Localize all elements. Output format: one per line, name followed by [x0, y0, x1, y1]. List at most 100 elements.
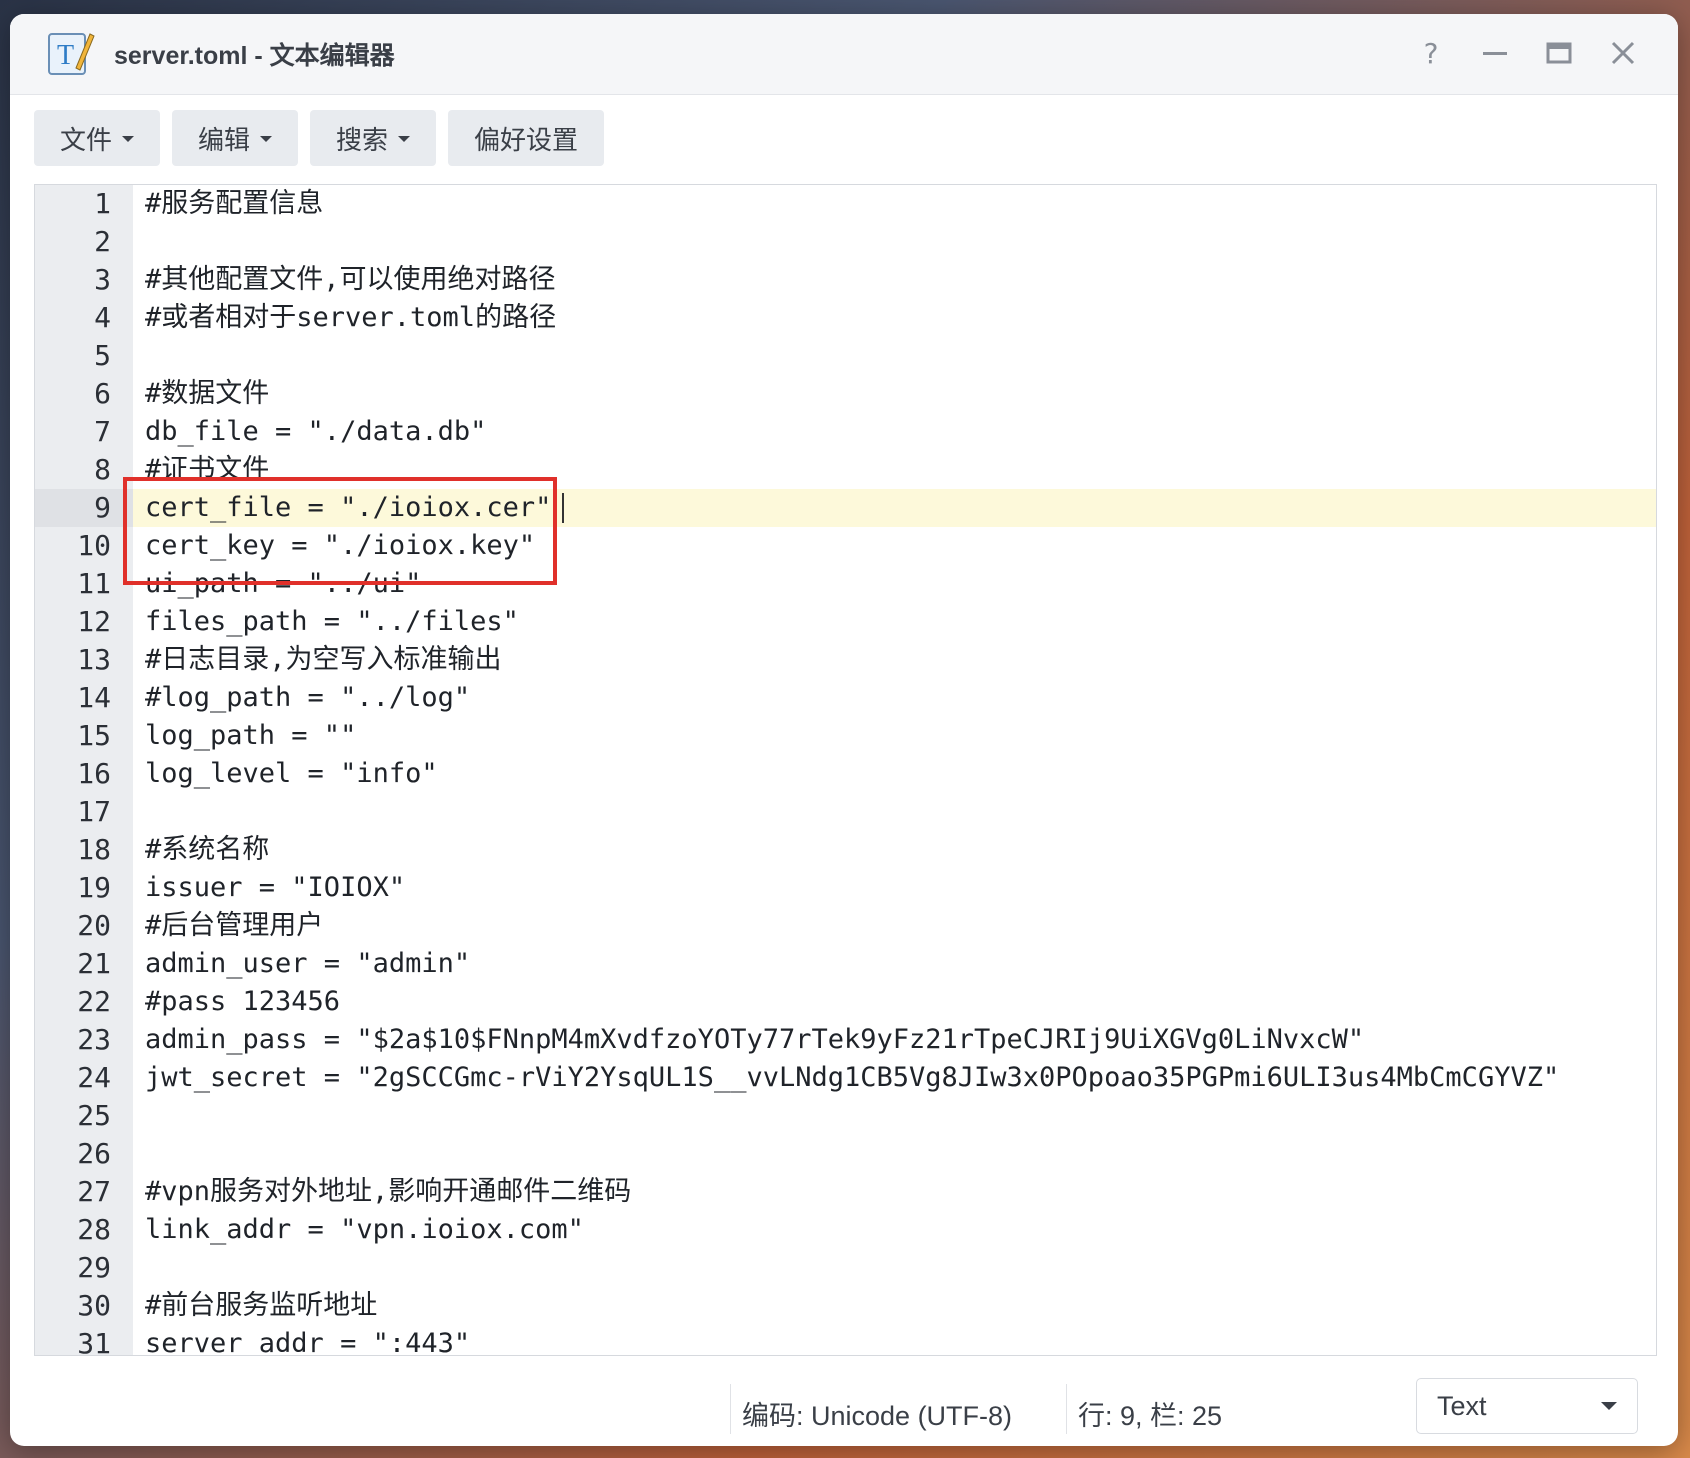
status-separator	[730, 1384, 731, 1434]
line-number: 8	[94, 453, 111, 486]
code-line[interactable]: 14 #log_path = "../log"	[35, 679, 1656, 717]
line-number: 21	[77, 947, 111, 980]
line-text: admin_pass = "$2a$10$FNnpM4mXvdfzoYOTy77…	[145, 1024, 1365, 1055]
code-line[interactable]: 20 #后台管理用户	[35, 907, 1656, 945]
code-line[interactable]: 27 #vpn服务对外地址,影响开通邮件二维码	[35, 1173, 1656, 1211]
line-text: #或者相对于server.toml的路径	[145, 302, 557, 333]
line-number: 25	[77, 1099, 111, 1132]
window-title: server.toml - 文本编辑器	[114, 42, 395, 70]
line-number: 29	[77, 1251, 111, 1284]
line-number: 23	[77, 1023, 111, 1056]
code-line[interactable]: 21 admin_user = "admin"	[35, 945, 1656, 983]
line-number: 20	[77, 909, 111, 942]
text-cursor	[562, 493, 564, 523]
chevron-down-icon	[398, 136, 411, 142]
line-number: 18	[77, 833, 111, 866]
code-line[interactable]: 26	[35, 1135, 1656, 1173]
syntax-mode-select[interactable]: Text	[1416, 1378, 1638, 1434]
toolbar: 文件 编辑 搜索 偏好设置	[34, 110, 605, 166]
line-number: 12	[77, 605, 111, 638]
line-text: jwt_secret = "2gSCCGmc-rViY2YsqUL1S__vvL…	[145, 1062, 1560, 1093]
code-line[interactable]: 25	[35, 1097, 1656, 1135]
maximize-button[interactable]	[1540, 34, 1578, 72]
code-line[interactable]: 15 log_path = ""	[35, 717, 1656, 755]
edit-menu-button[interactable]: 编辑	[172, 110, 299, 166]
preferences-label: 偏好设置	[474, 124, 579, 155]
close-icon	[1611, 41, 1635, 65]
line-text: #vpn服务对外地址,影响开通邮件二维码	[145, 1176, 632, 1207]
status-bar: 编码: Unicode (UTF-8) 行: 9, 栏: 25 Text	[10, 1370, 1678, 1446]
minimize-button[interactable]	[1476, 34, 1514, 72]
code-line[interactable]: 10 cert_key = "./ioiox.key"	[35, 527, 1656, 565]
line-text: log_path = ""	[145, 720, 357, 751]
text-editor-app-icon: T	[46, 28, 96, 78]
line-text: issuer = "IOIOX"	[145, 872, 406, 903]
status-separator	[1066, 1384, 1067, 1434]
code-line[interactable]: 2	[35, 223, 1656, 261]
line-text: #数据文件	[145, 378, 270, 409]
code-line[interactable]: 11 ui_path = "../ui"	[35, 565, 1656, 603]
line-text: ui_path = "../ui"	[145, 568, 422, 599]
line-number: 27	[77, 1175, 111, 1208]
code-line[interactable]: 30 #前台服务监听地址	[35, 1287, 1656, 1325]
line-number: 28	[77, 1213, 111, 1246]
line-text: db_file = "./data.db"	[145, 416, 487, 447]
preferences-button[interactable]: 偏好设置	[448, 110, 605, 166]
code-line[interactable]: 4 #或者相对于server.toml的路径	[35, 299, 1656, 337]
code-line[interactable]: 18 #系统名称	[35, 831, 1656, 869]
code-line[interactable]: 9 cert_file = "./ioiox.cer"	[35, 489, 1656, 527]
line-number: 1	[94, 187, 111, 220]
maximize-icon	[1546, 42, 1572, 64]
code-editor[interactable]: 1 #服务配置信息 2 3 #其他配置文件,可以使用绝对路径 4 #或者相对于server.…	[34, 184, 1657, 1356]
code-line[interactable]: 29	[35, 1249, 1656, 1287]
line-number: 2	[94, 225, 111, 258]
code-line[interactable]: 28 link_addr = "vpn.ioiox.com"	[35, 1211, 1656, 1249]
line-number: 5	[94, 339, 111, 372]
line-number: 10	[77, 529, 111, 562]
title-bar: T server.toml - 文本编辑器 ?	[10, 14, 1678, 95]
code-line[interactable]: 17	[35, 793, 1656, 831]
code-line[interactable]: 1 #服务配置信息	[35, 185, 1656, 223]
code-line[interactable]: 31 server_addr = ":443"	[35, 1325, 1656, 1356]
file-menu-button[interactable]: 文件	[34, 110, 161, 166]
code-line[interactable]: 7 db_file = "./data.db"	[35, 413, 1656, 451]
code-line[interactable]: 8 #证书文件	[35, 451, 1656, 489]
code-line[interactable]: 12 files_path = "../files"	[35, 603, 1656, 641]
line-number: 3	[94, 263, 111, 296]
line-text: #系统名称	[145, 834, 270, 865]
line-text: #pass 123456	[145, 986, 341, 1017]
line-number: 22	[77, 985, 111, 1018]
code-line[interactable]: 6 #数据文件	[35, 375, 1656, 413]
text-editor-window: T server.toml - 文本编辑器 ? 文件 编辑 搜索 偏好设置 1 …	[10, 14, 1678, 1446]
code-line[interactable]: 19 issuer = "IOIOX"	[35, 869, 1656, 907]
code-line[interactable]: 5	[35, 337, 1656, 375]
line-number: 7	[94, 415, 111, 448]
line-number: 17	[77, 795, 111, 828]
edit-menu-label: 编辑	[198, 124, 251, 155]
code-line[interactable]: 13 #日志目录,为空写入标准输出	[35, 641, 1656, 679]
line-number: 14	[77, 681, 111, 714]
code-line[interactable]: 3 #其他配置文件,可以使用绝对路径	[35, 261, 1656, 299]
encoding-status[interactable]: 编码: Unicode (UTF-8)	[742, 1394, 1012, 1433]
code-line[interactable]: 23 admin_pass = "$2a$10$FNnpM4mXvdfzoYOTy…	[35, 1021, 1656, 1059]
help-button[interactable]: ?	[1412, 34, 1450, 72]
line-number: 13	[77, 643, 111, 676]
line-number: 9	[35, 489, 133, 527]
line-text: cert_key = "./ioiox.key"	[145, 530, 536, 561]
editor-lines: 1 #服务配置信息 2 3 #其他配置文件,可以使用绝对路径 4 #或者相对于server.…	[35, 185, 1656, 1356]
line-text: #后台管理用户	[145, 910, 324, 941]
chevron-down-icon	[260, 136, 273, 142]
line-text: admin_user = "admin"	[145, 948, 471, 979]
code-line[interactable]: 24 jwt_secret = "2gSCCGmc-rViY2YsqUL1S__v…	[35, 1059, 1656, 1097]
line-number: 31	[77, 1327, 111, 1356]
line-text: #服务配置信息	[145, 188, 324, 219]
line-text: server_addr = ":443"	[145, 1328, 471, 1356]
line-text: cert_file = "./ioiox.cer"	[145, 492, 552, 523]
search-menu-button[interactable]: 搜索	[310, 110, 437, 166]
line-number: 16	[77, 757, 111, 790]
code-line[interactable]: 16 log_level = "info"	[35, 755, 1656, 793]
line-number: 15	[77, 719, 111, 752]
code-line[interactable]: 22 #pass 123456	[35, 983, 1656, 1021]
close-button[interactable]	[1604, 34, 1642, 72]
help-icon: ?	[1423, 36, 1439, 70]
